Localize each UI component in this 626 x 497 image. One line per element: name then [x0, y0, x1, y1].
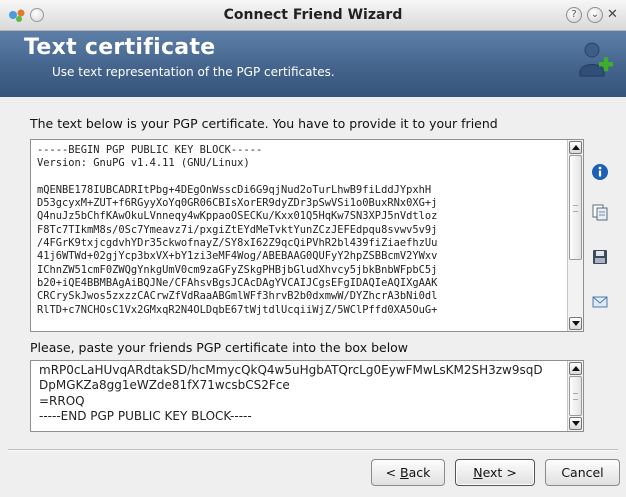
window-title: Connect Friend Wizard — [223, 7, 403, 23]
certificate-line: Version: GnuPG v1.4.11 (GNU/Linux) — [37, 157, 250, 170]
minimize-icon[interactable]: ⌄ — [587, 7, 603, 23]
certificate-line: DpMGKZa8gg1eWZde81fX71wcsbCS2Fce — [39, 378, 290, 393]
copy-icon[interactable] — [591, 203, 609, 221]
certificate-line: -----BEGIN PGP PUBLIC KEY BLOCK----- — [37, 144, 263, 156]
own-certificate-textarea[interactable]: -----BEGIN PGP PUBLIC KEY BLOCK----- Vers… — [30, 139, 584, 332]
email-icon[interactable] — [591, 293, 609, 311]
scroll-up-arrow-icon[interactable] — [569, 362, 582, 375]
scroll-down-arrow-icon[interactable] — [569, 417, 582, 430]
cancel-button[interactable]: Cancel — [545, 459, 620, 486]
save-icon[interactable] — [591, 248, 609, 266]
footer-separator — [8, 449, 618, 451]
own-certificate-scrollbar[interactable] — [567, 140, 583, 331]
certificate-line: D53gcyxM+ZUT+f6RGyyXoYq0GR06CBIsXorER9dy… — [37, 197, 438, 210]
info-icon[interactable] — [591, 163, 609, 181]
scroll-up-arrow-icon[interactable] — [569, 141, 582, 154]
certificate-line: mRP0cLaHUvqARdtakSD/hcMmycQkQ4w5uHgbATQr… — [39, 363, 543, 377]
certificate-line: F8Tc7TIkmM8s/0Sc7Ymeavz7i/pxgiZtEYdMeTvk… — [37, 223, 438, 236]
certificate-line: Q4nuJz5bChfKAwOkuLVnneqy4wKppaoOSECKu/Kx… — [37, 210, 438, 223]
certificate-line: -----END PGP PUBLIC KEY BLOCK----- — [39, 408, 252, 423]
title-bar: Connect Friend Wizard ? ⌄ ✕ — [0, 0, 626, 31]
help-icon[interactable]: ? — [566, 7, 582, 23]
friend-certificate-label: Please, paste your friends PGP certifica… — [30, 340, 409, 355]
certificate-line: mQENBE178IUBCADRItPbg+4DEgOnWsscDi6G9qjN… — [37, 183, 432, 196]
friend-certificate-text: mRP0cLaHUvqARdtakSD/hcMmycQkQ4w5uHgbATQr… — [39, 363, 559, 424]
own-certificate-text: -----BEGIN PGP PUBLIC KEY BLOCK----- Vers… — [37, 144, 562, 317]
back-button[interactable]: Back — [371, 459, 445, 486]
certificate-line — [37, 171, 562, 184]
friend-certificate-scrollbar[interactable] — [567, 361, 583, 431]
certificate-line: /4FGrK9txjcgdvhYDr35ckwofnayZ/SY8xI62Z9q… — [37, 237, 438, 250]
wizard-header: Text certificate Use text representation… — [0, 31, 626, 97]
certificate-line: IChnZW51cmF0ZWQgYnkgUmV0cm9zaGFyZSkgPHBj… — [37, 263, 438, 276]
certificate-line: 41j6WTWd+02gjYcp3bxVX+bY1zi3eMF4Wog/ABEB… — [37, 250, 438, 263]
certificate-line: =RROQ — [39, 393, 85, 408]
own-certificate-label: The text below is your PGP certificate. … — [30, 116, 498, 131]
certificate-line: RlTD+c7NCHOsC1Vx2GMxqR2N4OLDqbE67tWjtdlU… — [37, 303, 438, 316]
next-button[interactable]: Next — [455, 459, 535, 486]
scrollbar-thumb[interactable] — [569, 155, 582, 260]
page-title: Text certificate — [24, 35, 216, 60]
scroll-down-arrow-icon[interactable] — [569, 317, 582, 330]
close-icon[interactable]: ✕ — [607, 7, 618, 23]
scrollbar-thumb[interactable] — [569, 376, 582, 416]
add-friend-icon — [579, 42, 613, 77]
friend-certificate-textarea[interactable]: mRP0cLaHUvqARdtakSD/hcMmycQkQ4w5uHgbATQr… — [30, 360, 584, 432]
page-subtitle: Use text representation of the PGP certi… — [52, 65, 335, 79]
certificate-line: b20+iQE4BBMBAgAiBQJNe/CFAhsvBgsJCAcDAgYV… — [37, 276, 438, 289]
certificate-line: CRCrySkJwos5zxzzCACrwZfVdRaaABGmlWFf3hrv… — [37, 290, 438, 303]
